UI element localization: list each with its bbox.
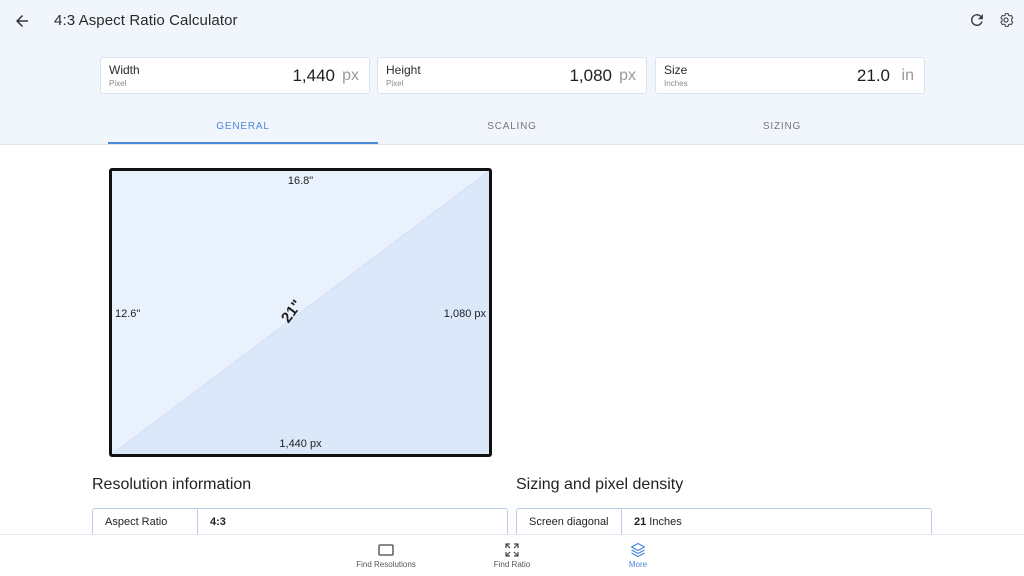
screen-diagram: 16.8" 1,440 px 12.6" 1,080 px 21" (109, 168, 492, 457)
size-label: Size (664, 63, 688, 77)
monitor-icon (378, 544, 394, 556)
page-title: 4:3 Aspect Ratio Calculator (54, 12, 238, 29)
tab-general[interactable]: GENERAL (108, 109, 378, 145)
width-field[interactable]: Width Pixel 1,440 px (100, 57, 370, 94)
refresh-icon[interactable] (967, 10, 987, 30)
width-label: Width (109, 63, 140, 77)
aspect-ratio-value: 4:3 (210, 516, 226, 528)
nav-more[interactable]: More (593, 535, 683, 576)
width-unit: px (342, 67, 359, 84)
screen-diagonal-value: 21 Inches (634, 516, 682, 528)
height-field[interactable]: Height Pixel 1,080 px (377, 57, 647, 94)
aspect-ratio-key: Aspect Ratio (93, 509, 198, 537)
layers-icon (630, 542, 646, 558)
width-pixels-label: 1,440 px (279, 438, 322, 450)
size-value[interactable]: 21.0 (857, 66, 890, 86)
bottom-nav: Find Resolutions Find Ratio More (0, 534, 1024, 576)
size-sublabel: Inches (664, 79, 688, 88)
height-sublabel: Pixel (386, 79, 404, 88)
expand-icon (505, 543, 519, 557)
gear-icon[interactable] (996, 10, 1016, 30)
height-pixels-label: 1,080 px (443, 308, 486, 320)
sizing-density-title: Sizing and pixel density (516, 476, 684, 493)
nav-find-resolutions-label: Find Resolutions (356, 560, 416, 569)
nav-more-label: More (628, 560, 648, 569)
nav-find-ratio-label: Find Ratio (493, 560, 531, 569)
height-unit: px (619, 67, 636, 84)
resolution-info-title: Resolution information (92, 476, 252, 493)
nav-find-ratio[interactable]: Find Ratio (467, 535, 557, 576)
size-unit: in (901, 67, 914, 84)
screen-diagonal-key: Screen diagonal (517, 509, 622, 537)
nav-find-resolutions[interactable]: Find Resolutions (341, 535, 431, 576)
top-bar: 4:3 Aspect Ratio Calculator Width Pixel … (0, 0, 1024, 145)
tab-sizing[interactable]: SIZING (647, 109, 917, 145)
width-value[interactable]: 1,440 (292, 66, 335, 86)
width-inches-label: 16.8" (287, 175, 314, 187)
height-label: Height (386, 63, 421, 77)
tab-scaling[interactable]: SCALING (377, 109, 647, 145)
back-arrow-icon[interactable] (10, 9, 34, 33)
width-sublabel: Pixel (109, 79, 127, 88)
size-field[interactable]: Size Inches 21.0 in (655, 57, 925, 94)
height-value[interactable]: 1,080 (569, 66, 612, 86)
height-inches-label: 12.6" (115, 308, 141, 320)
tab-indicator (108, 142, 378, 144)
